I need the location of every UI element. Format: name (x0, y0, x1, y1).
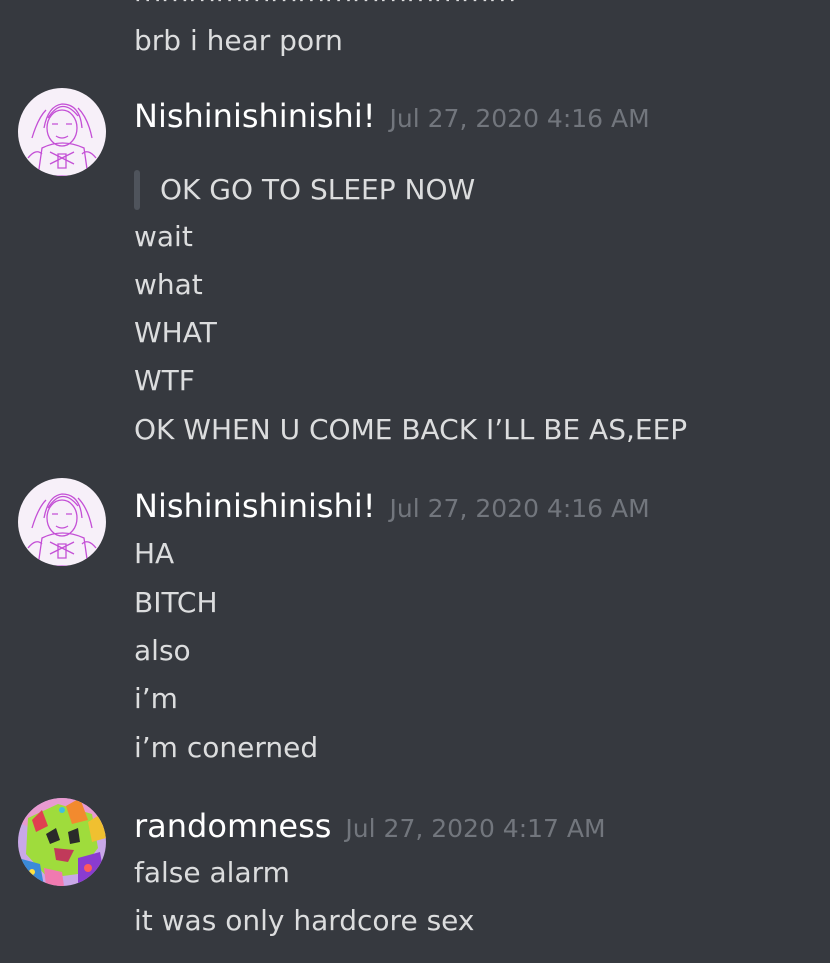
avatar[interactable] (18, 798, 106, 886)
message-line: HA (134, 537, 175, 570)
message-header: randomness Jul 27, 2020 4:17 AM (134, 806, 606, 849)
avatar[interactable] (18, 88, 106, 176)
message-line: i’m conerned (134, 731, 319, 764)
chat-messages: mmmmmmmmmmmmmm brb i hear porn (0, 0, 830, 963)
pink-sketch-avatar-icon (18, 88, 106, 176)
colorful-creature-avatar-icon (18, 798, 106, 886)
message-line: WTF (134, 364, 195, 397)
username[interactable]: Nishinishinishi! (134, 97, 376, 135)
message-line: wait (134, 220, 193, 253)
blockquote-bar (134, 170, 140, 210)
timestamp[interactable]: Jul 27, 2020 4:16 AM (390, 104, 650, 133)
username[interactable]: randomness (134, 807, 331, 845)
message-line: false alarm (134, 856, 290, 889)
message-header: Nishinishinishi! Jul 27, 2020 4:16 AM (134, 96, 650, 139)
timestamp[interactable]: Jul 27, 2020 4:16 AM (390, 494, 650, 523)
message-line: it was only hardcore sex (134, 904, 475, 937)
username[interactable]: Nishinishinishi! (134, 487, 376, 525)
pink-sketch-avatar-icon (18, 478, 106, 566)
message-line: BITCH (134, 586, 218, 619)
message-line: mmmmmmmmmmmmmm (134, 0, 516, 10)
avatar[interactable] (18, 478, 106, 566)
message-line: i’m (134, 682, 178, 715)
message-line: also (134, 634, 191, 667)
message-line: what (134, 268, 203, 301)
message-header: Nishinishinishi! Jul 27, 2020 4:16 AM (134, 486, 650, 529)
blockquote-text: OK GO TO SLEEP NOW (160, 173, 476, 206)
message-line: WHAT (134, 316, 217, 349)
timestamp[interactable]: Jul 27, 2020 4:17 AM (345, 814, 605, 843)
message-line: OK WHEN U COME BACK I’LL BE AS,EEP (134, 413, 688, 446)
message-line: brb i hear porn (134, 24, 343, 57)
